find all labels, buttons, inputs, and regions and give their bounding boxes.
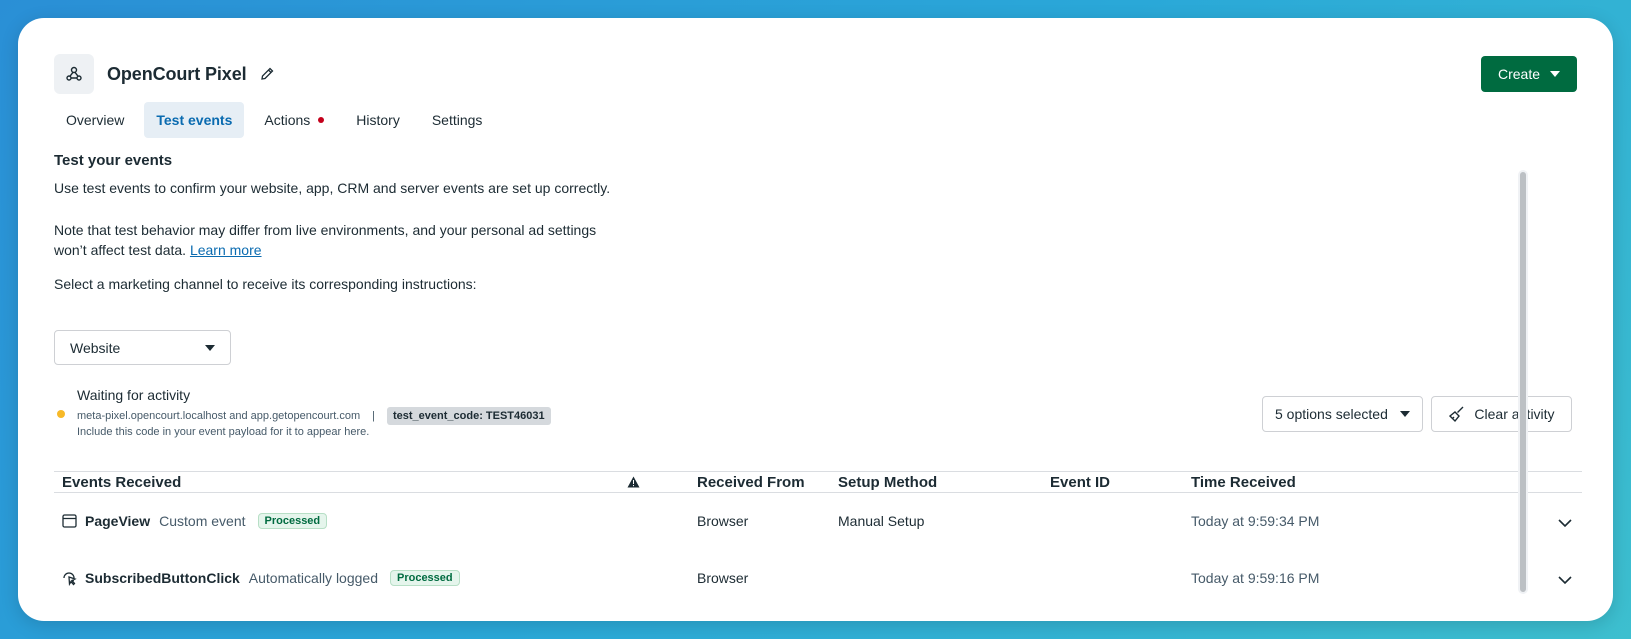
section-title: Test your events	[54, 152, 173, 169]
tab-bar: Overview Test events Actions History Set…	[54, 102, 502, 138]
domain-separator: |	[372, 410, 375, 422]
warning-icon	[627, 475, 640, 492]
event-type: Custom event	[159, 513, 246, 529]
tab-overview[interactable]: Overview	[54, 102, 136, 138]
tab-settings[interactable]: Settings	[420, 102, 495, 138]
events-table: Events Received Received From Setup Meth…	[54, 471, 1582, 607]
table-row[interactable]: PageView Custom event Processed Browser …	[54, 493, 1582, 550]
col-time-received: Time Received	[1191, 474, 1296, 491]
chevron-down-icon[interactable]	[1558, 572, 1572, 590]
event-filter-select[interactable]: 5 options selected	[1262, 396, 1423, 432]
waiting-status-dot	[57, 410, 65, 418]
table-header: Events Received Received From Setup Meth…	[54, 471, 1582, 493]
pencil-icon[interactable]	[259, 66, 275, 82]
clear-activity-label: Clear activity	[1474, 406, 1555, 422]
tab-history[interactable]: History	[344, 102, 412, 138]
event-filter-value: 5 options selected	[1275, 406, 1388, 422]
cursor-click-icon	[63, 571, 77, 586]
channel-prompt: Select a marketing channel to receive it…	[54, 276, 477, 292]
caret-down-icon	[1550, 71, 1561, 77]
caret-down-icon	[205, 344, 215, 351]
browser-window-icon	[62, 514, 77, 528]
event-cell: SubscribedButtonClick Automatically logg…	[62, 570, 460, 586]
col-setup-method: Setup Method	[838, 474, 938, 491]
pixel-icon	[54, 54, 94, 94]
channel-select[interactable]: Website	[54, 330, 231, 365]
received-from-cell: Browser	[697, 513, 749, 529]
activity-domains: meta-pixel.opencourt.localhost and app.g…	[77, 407, 551, 425]
test-event-code[interactable]: test_event_code: TEST46031	[386, 407, 551, 425]
waiting-status: Waiting for activity	[77, 387, 191, 403]
setup-method-cell: Manual Setup	[838, 513, 925, 529]
event-type: Automatically logged	[248, 570, 378, 586]
time-received-cell: Today at 9:59:34 PM	[1191, 513, 1320, 529]
col-events-received: Events Received	[62, 474, 182, 491]
create-button[interactable]: Create	[1481, 56, 1577, 92]
event-cell: PageView Custom event Processed	[62, 513, 328, 529]
event-name: SubscribedButtonClick	[85, 570, 240, 586]
col-event-id: Event ID	[1050, 474, 1111, 491]
channel-select-value: Website	[70, 339, 121, 356]
create-label: Create	[1497, 66, 1541, 82]
broom-icon	[1449, 406, 1464, 423]
caret-down-icon	[1400, 411, 1410, 417]
tab-actions[interactable]: Actions	[252, 102, 336, 138]
col-received-from: Received From	[697, 474, 805, 491]
event-name: PageView	[85, 513, 151, 529]
pixel-header: OpenCourt Pixel	[54, 54, 275, 94]
learn-more-link[interactable]: Learn more	[190, 242, 262, 258]
status-badge: Processed	[257, 513, 328, 529]
scrollbar-thumb[interactable]	[1520, 172, 1526, 592]
time-received-cell: Today at 9:59:16 PM	[1191, 570, 1320, 586]
code-hint: Include this code in your event payload …	[77, 426, 370, 438]
scrollbar[interactable]	[1518, 170, 1528, 594]
pixel-name: OpenCourt Pixel	[107, 63, 247, 84]
tab-test-events[interactable]: Test events	[144, 102, 245, 138]
received-from-cell: Browser	[697, 570, 749, 586]
notification-dot	[318, 117, 325, 123]
pixel-card: OpenCourt Pixel Create Overview Test eve…	[18, 18, 1613, 621]
status-badge: Processed	[389, 570, 460, 586]
domain-list: meta-pixel.opencourt.localhost and app.g…	[77, 410, 361, 422]
table-row[interactable]: SubscribedButtonClick Automatically logg…	[54, 550, 1582, 607]
intro-text: Use test events to confirm your website,…	[54, 180, 611, 196]
chevron-down-icon[interactable]	[1558, 515, 1572, 533]
clear-activity-button[interactable]: Clear activity	[1431, 396, 1572, 432]
note-text: Note that test behavior may differ from …	[54, 222, 597, 258]
